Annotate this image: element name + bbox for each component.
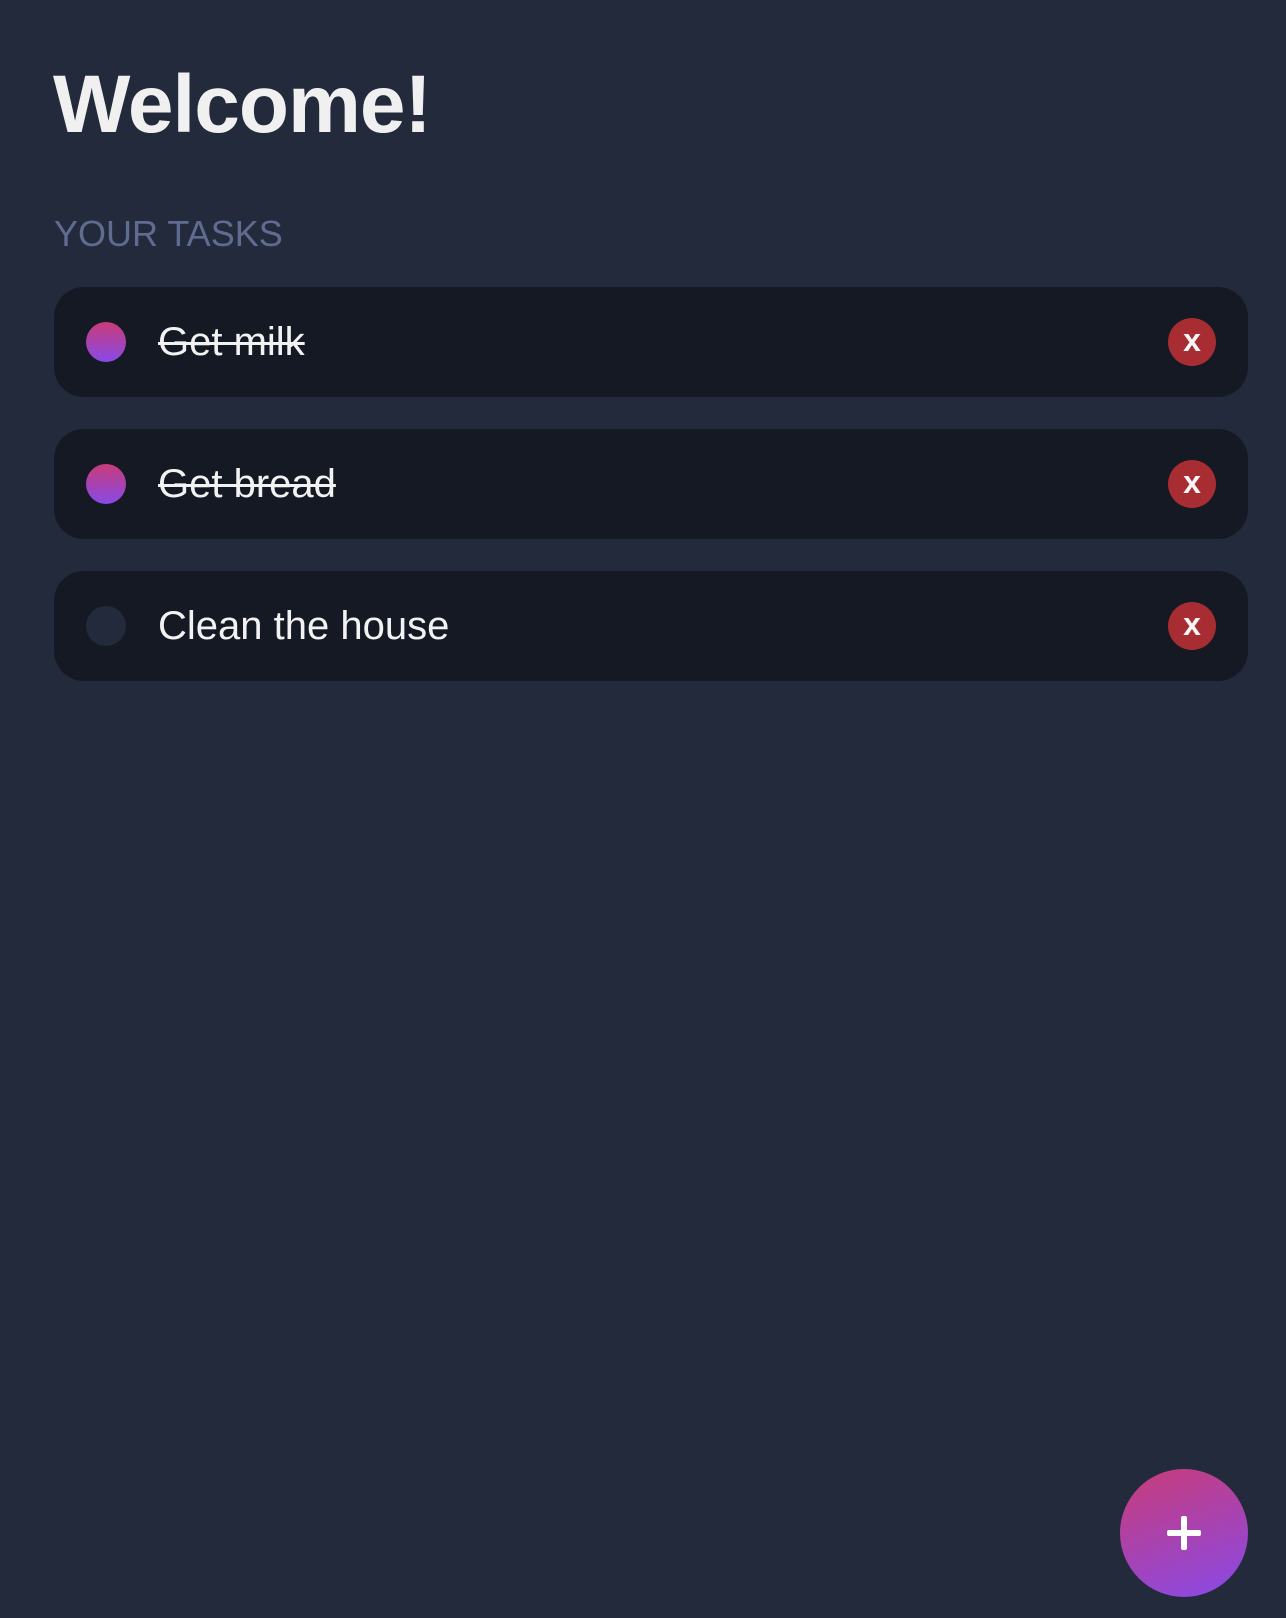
task-text[interactable]: Get bread — [158, 462, 336, 506]
delete-task-button[interactable]: x — [1168, 318, 1216, 366]
task-item: Get bread x — [54, 429, 1248, 539]
task-item: Get milk x — [54, 287, 1248, 397]
task-checkbox[interactable] — [86, 322, 126, 362]
task-text[interactable]: Clean the house — [158, 604, 449, 648]
task-checkbox[interactable] — [86, 464, 126, 504]
task-list: Get milk x Get bread x Clean the house x — [54, 287, 1248, 713]
page-title: Welcome! — [53, 59, 432, 150]
tasks-section-label: YOUR TASKS — [54, 213, 283, 254]
delete-task-button[interactable]: x — [1168, 602, 1216, 650]
plus-icon — [1167, 1516, 1201, 1550]
task-text[interactable]: Get milk — [158, 320, 305, 364]
task-checkbox[interactable] — [86, 606, 126, 646]
delete-task-button[interactable]: x — [1168, 460, 1216, 508]
add-task-button[interactable] — [1120, 1469, 1248, 1597]
task-item: Clean the house x — [54, 571, 1248, 681]
